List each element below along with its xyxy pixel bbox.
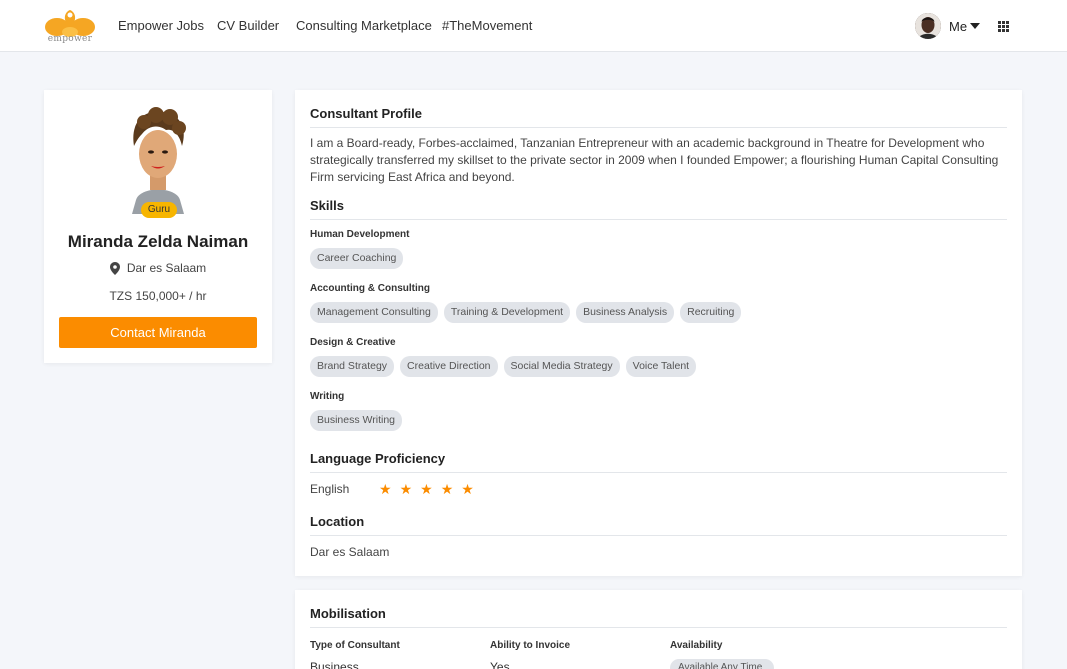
skills-title: Skills bbox=[310, 198, 344, 213]
skill-chip[interactable]: Business Writing bbox=[310, 410, 403, 431]
star-icon: ★ bbox=[420, 481, 433, 497]
type-of-consultant-label: Type of Consultant bbox=[310, 640, 400, 651]
skill-category-label: Writing bbox=[310, 391, 345, 402]
map-pin-icon bbox=[109, 261, 120, 275]
skill-chip[interactable]: Business Analysis bbox=[576, 302, 675, 323]
skill-category-label: Human Development bbox=[310, 229, 410, 240]
consultant-profile-card: Consultant Profile I am a Board-ready, F… bbox=[295, 90, 1022, 576]
caret-down-icon bbox=[970, 23, 981, 29]
ability-to-invoice-value: Yes bbox=[490, 660, 510, 669]
skill-chip[interactable]: Career Coaching bbox=[310, 248, 404, 269]
divider bbox=[310, 127, 1007, 128]
grid-icon[interactable] bbox=[998, 21, 1009, 32]
user-avatar[interactable] bbox=[915, 13, 941, 39]
star-icon: ★ bbox=[440, 481, 454, 497]
me-label: Me bbox=[949, 18, 968, 34]
me-menu[interactable]: Me bbox=[915, 13, 981, 39]
skill-chip[interactable]: Voice Talent bbox=[625, 356, 697, 377]
star-icon: ★ bbox=[399, 481, 413, 497]
availability-chip: Available Any Time bbox=[670, 659, 774, 669]
mobilisation-column: Ability to Invoice Yes bbox=[490, 640, 570, 669]
mobilisation-column: Availability Available Any Time bbox=[670, 640, 774, 669]
location-value: Dar es Salaam bbox=[310, 545, 390, 559]
consultant-profile-title: Consultant Profile bbox=[310, 106, 422, 121]
mobilisation-title: Mobilisation bbox=[310, 606, 386, 621]
star-icon: ★ bbox=[461, 481, 474, 497]
nav-cv-builder[interactable]: CV Builder bbox=[217, 18, 279, 33]
nav-the-movement[interactable]: #TheMovement bbox=[442, 18, 532, 33]
divider bbox=[310, 472, 1007, 473]
ability-to-invoice-label: Ability to Invoice bbox=[490, 640, 571, 651]
star-icon: ★ bbox=[379, 481, 392, 497]
divider bbox=[310, 627, 1007, 628]
language-row: English ★ ★ ★ ★ ★ bbox=[310, 482, 474, 496]
nav-consulting-marketplace[interactable]: Consulting Marketplace bbox=[296, 18, 432, 33]
profile-location-text: Dar es Salaam bbox=[126, 261, 207, 275]
top-navbar: empower Empower Jobs CV Builder Consulti… bbox=[0, 0, 1067, 52]
skill-category-label: Design & Creative bbox=[310, 337, 396, 348]
skill-chip[interactable]: Creative Direction bbox=[400, 356, 498, 377]
nav-empower-jobs[interactable]: Empower Jobs bbox=[118, 18, 204, 33]
contact-button[interactable]: Contact Miranda bbox=[59, 317, 257, 348]
language-title: Language Proficiency bbox=[310, 451, 446, 466]
skill-chip[interactable]: Brand Strategy bbox=[310, 356, 395, 377]
skill-chip-row: Brand Strategy Creative Direction Social… bbox=[310, 356, 697, 377]
language-name: English bbox=[310, 482, 350, 496]
profile-photo bbox=[132, 107, 186, 214]
profile-location: Dar es Salaam bbox=[44, 261, 272, 275]
skill-chip[interactable]: Recruiting bbox=[680, 302, 742, 323]
profile-card: Guru Miranda Zelda Naiman Dar es Salaam … bbox=[44, 90, 272, 363]
mobilisation-card: Mobilisation Type of Consultant Business… bbox=[295, 590, 1022, 669]
availability-label: Availability bbox=[670, 640, 723, 651]
mobilisation-column: Type of Consultant Business bbox=[310, 640, 400, 669]
divider bbox=[310, 535, 1007, 536]
profile-rate: TZS 150,000+ / hr bbox=[109, 289, 207, 303]
skill-chip[interactable]: Training & Development bbox=[443, 302, 571, 323]
skill-chip-row: Business Writing bbox=[310, 410, 403, 431]
location-title: Location bbox=[310, 514, 365, 529]
guru-badge: Guru bbox=[141, 202, 177, 218]
divider bbox=[310, 219, 1007, 220]
type-of-consultant-value: Business bbox=[310, 660, 359, 669]
skill-chip[interactable]: Social Media Strategy bbox=[503, 356, 620, 377]
skill-chip-row: Management Consulting Training & Develop… bbox=[310, 302, 742, 323]
bio-text: I am a Board-ready, Forbes-acclaimed, Ta… bbox=[310, 136, 999, 184]
profile-name: Miranda Zelda Naiman bbox=[67, 232, 249, 251]
skill-chip[interactable]: Management Consulting bbox=[310, 302, 438, 323]
logo-wordmark: empower bbox=[47, 34, 93, 44]
rating-stars: ★ ★ ★ ★ ★ bbox=[379, 482, 474, 496]
skill-chip-row: Career Coaching bbox=[310, 248, 404, 269]
skill-category-label: Accounting & Consulting bbox=[310, 283, 430, 294]
